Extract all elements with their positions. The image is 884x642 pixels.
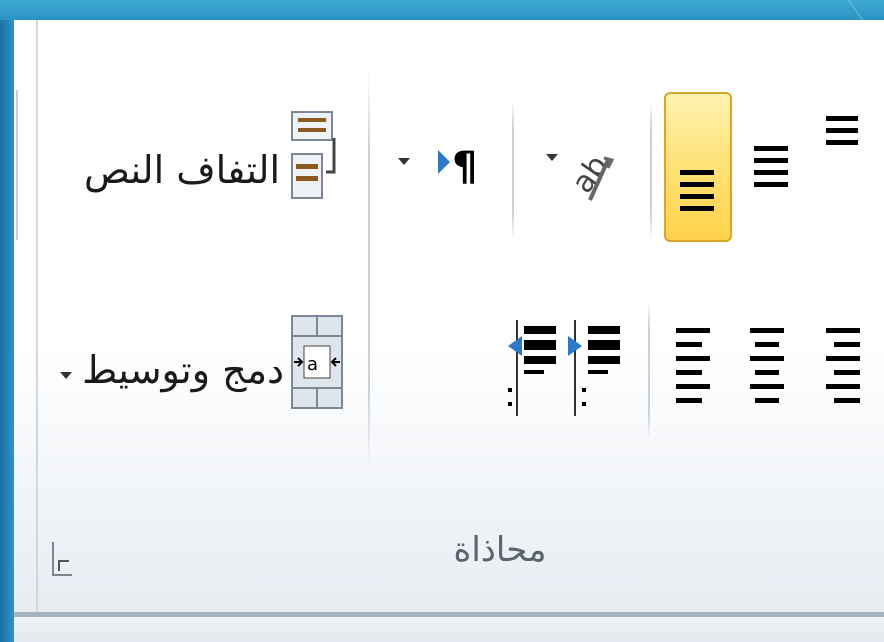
align-right-icon: [826, 328, 860, 403]
separator: [648, 300, 650, 440]
text-direction-button[interactable]: ¶: [396, 140, 492, 190]
middle-align-button[interactable]: [752, 136, 792, 196]
align-center-icon: [750, 328, 784, 403]
merge-center-label: دمج وتوسيط: [82, 348, 284, 392]
wrap-text-label: التفاف النص: [83, 148, 280, 192]
svg-text:a: a: [307, 354, 318, 375]
top-align-button[interactable]: [822, 116, 862, 162]
orientation-dropdown-arrow: [546, 154, 558, 161]
merge-center-dropdown-arrow: [60, 372, 72, 379]
increase-indent-icon: [568, 320, 620, 416]
svg-text:ab: ab: [565, 149, 615, 200]
bottom-align-icon: [680, 170, 714, 211]
increase-indent-button[interactable]: [562, 318, 624, 418]
orientation-button[interactable]: ab: [540, 130, 630, 210]
ribbon-bottom-edge: [14, 612, 884, 642]
align-center-button[interactable]: [746, 322, 790, 408]
text-direction-icon: ¶: [438, 144, 477, 190]
align-right-button[interactable]: [820, 322, 864, 408]
middle-align-icon: [754, 146, 788, 187]
dialog-launcher-button[interactable]: [52, 542, 72, 576]
align-left-button[interactable]: [672, 322, 716, 408]
top-align-icon: [826, 116, 858, 145]
window-frame-top: [0, 0, 884, 20]
separator: [368, 70, 370, 470]
text-direction-dropdown-arrow: [398, 158, 410, 165]
group-left-border: [36, 20, 38, 612]
decrease-indent-icon: [508, 320, 556, 416]
align-left-icon: [676, 328, 710, 403]
merge-center-icon: a: [291, 315, 343, 409]
svg-text:¶: ¶: [452, 144, 477, 190]
wrap-text-icon: [291, 111, 336, 199]
group-label: محاذاة: [453, 530, 547, 570]
decrease-indent-button[interactable]: [498, 318, 560, 418]
separator: [512, 100, 514, 240]
window-frame-left: [0, 0, 14, 642]
orientation-icon: ab: [565, 149, 615, 201]
group-left-border-shadow: [16, 90, 18, 240]
wrap-text-button[interactable]: التفاف النص: [84, 108, 348, 220]
separator: [650, 100, 652, 240]
bottom-align-button[interactable]: [664, 92, 732, 242]
merge-center-button[interactable]: a دمج وتوسيط: [60, 312, 350, 412]
